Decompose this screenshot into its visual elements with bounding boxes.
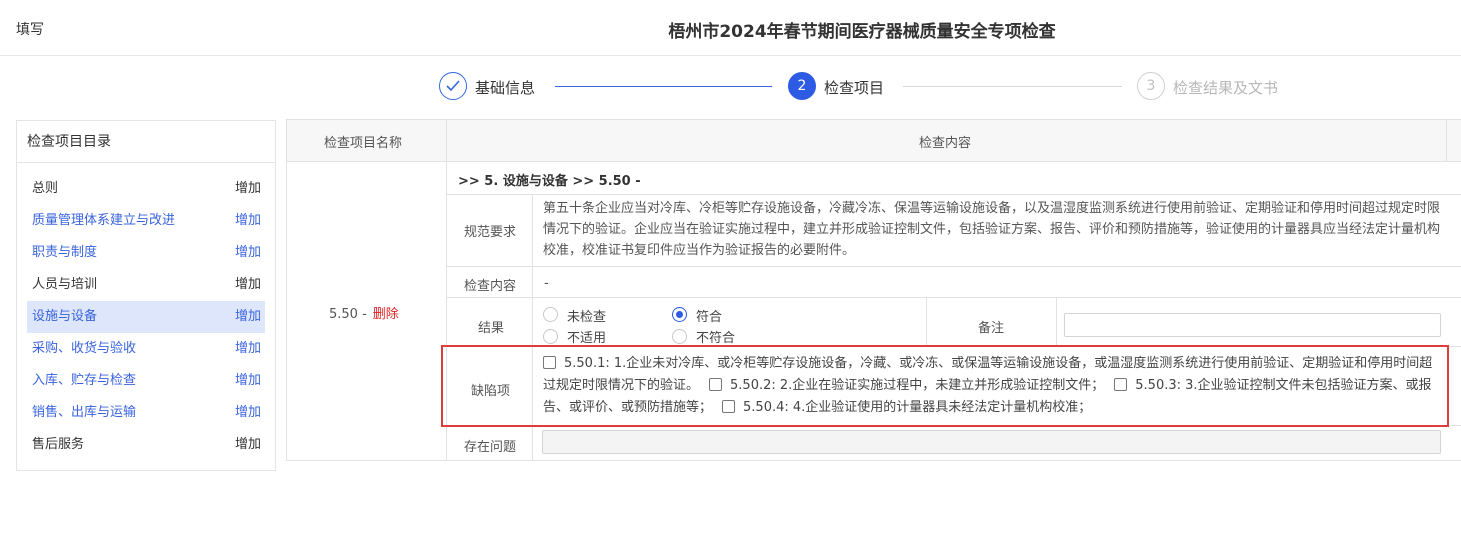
step-2-number: 2 [788, 72, 816, 100]
sidebar-item-after-sales[interactable]: 售后服务 增加 [27, 429, 265, 461]
column-header-name: 检查项目名称 [324, 136, 403, 151]
step-1-check-icon [439, 72, 467, 100]
add-link[interactable]: 增加 [235, 429, 261, 461]
delete-link[interactable]: 删除 [373, 307, 399, 322]
divider [286, 119, 287, 461]
add-link[interactable]: 增加 [235, 237, 261, 269]
step-results-docs[interactable]: 检查结果及文书 [1173, 77, 1278, 98]
result-label: 结果 [478, 321, 505, 336]
requirement-text: 第五十条企业应当对冷库、冷柜等贮存设施设备，冷藏冷冻、保温等运输设施设备，以及温… [543, 201, 1441, 258]
step-basic-info[interactable]: 基础信息 [475, 77, 535, 98]
divider [1446, 119, 1447, 161]
sidebar-item-label: 销售、出库与运输 [32, 405, 137, 420]
divider [1056, 297, 1057, 346]
requirement-label: 规范要求 [464, 225, 517, 240]
issue-input[interactable] [542, 430, 1441, 454]
radio-label: 不适用 [567, 331, 607, 346]
sidebar-item-duties[interactable]: 职责与制度 增加 [27, 237, 265, 269]
note-label: 备注 [978, 321, 1005, 336]
divider [286, 460, 1461, 461]
step-connector [555, 86, 772, 87]
add-link[interactable]: 增加 [235, 397, 261, 429]
catalog-title: 检查项目目录 [17, 121, 275, 163]
radio-label: 符合 [696, 310, 723, 325]
radio-non-compliant[interactable] [672, 329, 687, 344]
radio-label: 未检查 [567, 310, 607, 325]
radio-label: 不符合 [696, 331, 736, 346]
check-item-catalog: 检查项目目录 总则 增加 质量管理体系建立与改进 增加 职责与制度 增加 人员与… [16, 120, 276, 471]
sidebar-item-label: 质量管理体系建立与改进 [32, 213, 176, 228]
add-link[interactable]: 增加 [235, 301, 261, 333]
content-value: - [544, 276, 549, 291]
column-header-content: 检查内容 [919, 136, 972, 151]
issue-label: 存在问题 [464, 440, 517, 455]
page-title: 梧州市2024年春节期间医疗器械质量安全专项检查 [668, 22, 1056, 42]
sidebar-item-personnel[interactable]: 人员与培训 增加 [27, 269, 265, 301]
defect-highlight-frame [441, 345, 1449, 427]
sidebar-item-general[interactable]: 总则 增加 [27, 173, 265, 205]
radio-not-applicable[interactable] [543, 329, 558, 344]
top-bar: 填写 梧州市2024年春节期间医疗器械质量安全专项检查 [0, 0, 1461, 56]
sidebar-item-label: 设施与设备 [32, 309, 98, 324]
item-code: 5.50 - [329, 307, 367, 322]
sidebar-item-label: 人员与培训 [32, 277, 98, 292]
add-link[interactable]: 增加 [235, 173, 261, 205]
add-link[interactable]: 增加 [235, 269, 261, 301]
sidebar-item-facilities[interactable]: 设施与设备 增加 [27, 301, 265, 333]
section-path: >> 5. 设施与设备 >> 5.50 - [458, 174, 641, 189]
divider [286, 161, 1461, 162]
add-link[interactable]: 增加 [235, 333, 261, 365]
step-check-items[interactable]: 检查项目 [824, 77, 884, 98]
table-header [286, 119, 1461, 161]
sidebar-item-sales[interactable]: 销售、出库与运输 增加 [27, 397, 265, 429]
divider [286, 119, 1461, 120]
sidebar-item-label: 售后服务 [32, 437, 85, 452]
sidebar-item-label: 职责与制度 [32, 245, 98, 260]
add-link[interactable]: 增加 [235, 205, 261, 237]
divider [926, 297, 927, 346]
radio-compliant[interactable] [672, 307, 687, 322]
step-connector [903, 86, 1122, 87]
note-input[interactable] [1064, 313, 1441, 337]
sidebar-item-storage[interactable]: 入库、贮存与检查 增加 [27, 365, 265, 397]
divider [446, 266, 1461, 267]
sidebar-item-label: 总则 [32, 181, 59, 196]
divider [446, 194, 1461, 195]
sidebar-item-quality-system[interactable]: 质量管理体系建立与改进 增加 [27, 205, 265, 237]
item-code-cell: 5.50 - 删除 [329, 303, 399, 322]
step-3-number: 3 [1137, 72, 1165, 100]
divider [446, 297, 1461, 298]
content-label: 检查内容 [464, 279, 517, 294]
step-indicator: 基础信息 2 检查项目 3 检查结果及文书 [0, 72, 1461, 102]
radio-not-checked[interactable] [543, 307, 558, 322]
sidebar-item-purchasing[interactable]: 采购、收货与验收 增加 [27, 333, 265, 365]
sidebar-item-label: 采购、收货与验收 [32, 341, 137, 356]
sidebar-item-label: 入库、贮存与检查 [32, 373, 137, 388]
add-link[interactable]: 增加 [235, 365, 261, 397]
